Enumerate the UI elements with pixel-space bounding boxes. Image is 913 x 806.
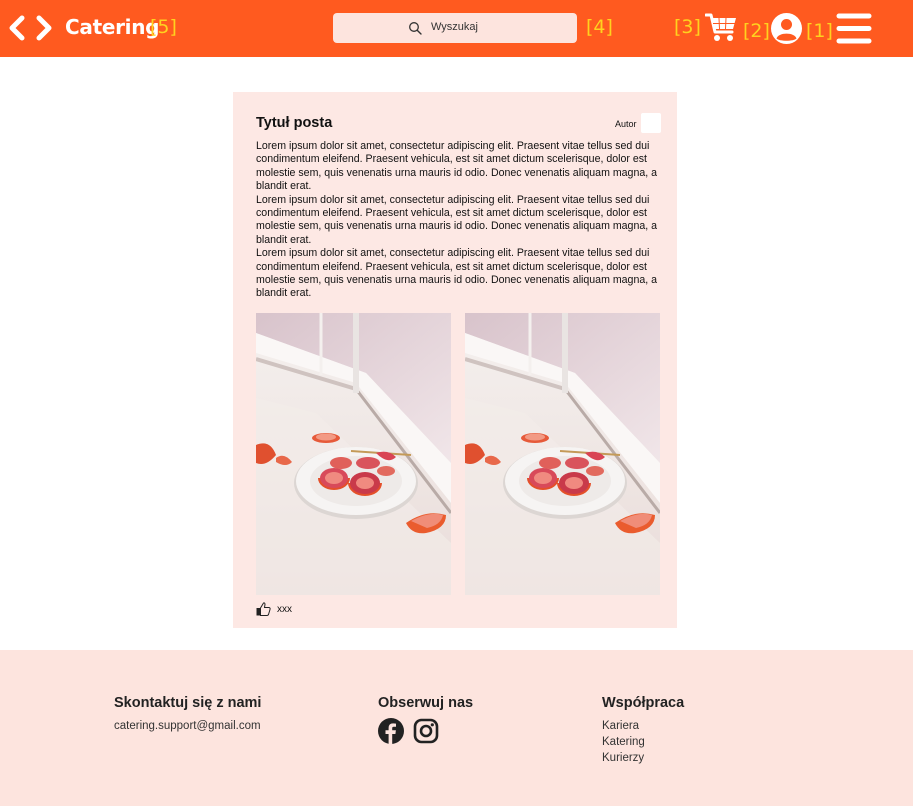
post-paragraph: Lorem ipsum dolor sit amet, consectetur …: [256, 140, 658, 193]
author-avatar[interactable]: [641, 113, 661, 133]
search-box[interactable]: Wyszukaj: [333, 13, 577, 43]
facebook-icon[interactable]: [378, 718, 404, 744]
post-card: Tytuł posta Autor Lorem ipsum dolor sit …: [233, 92, 677, 628]
annotation-marker-4: [4]: [586, 16, 613, 38]
user-icon[interactable]: [771, 13, 802, 44]
footer-link-couriers[interactable]: Kurierzy: [602, 752, 644, 764]
search-icon: [409, 22, 422, 35]
post-title: Tytuł posta: [256, 115, 333, 131]
contact-email[interactable]: catering.support@gmail.com: [114, 720, 261, 732]
author-label[interactable]: Autor: [615, 119, 637, 129]
thumbs-up-icon[interactable]: [256, 602, 271, 616]
footer-link-careers[interactable]: Kariera: [602, 720, 639, 732]
instagram-icon[interactable]: [413, 718, 439, 744]
post-paragraph: Lorem ipsum dolor sit amet, consectetur …: [256, 247, 658, 300]
annotation-marker-3: [3]: [674, 16, 701, 38]
contact-heading: Skontaktuj się z nami: [114, 695, 262, 711]
follow-heading: Obserwuj nas: [378, 695, 474, 711]
post-photo[interactable]: [465, 313, 660, 595]
top-navigation-bar: Catering [5] Wyszukaj [4] [3] [2] [1]: [0, 0, 913, 57]
annotation-marker-1: [1]: [806, 20, 833, 42]
brand-title[interactable]: Catering: [65, 15, 159, 39]
cooperation-heading: Współpraca: [602, 695, 685, 711]
grapefruit-plate-photo: [256, 313, 451, 595]
annotation-marker-2: [2]: [743, 20, 770, 42]
forward-arrow-icon[interactable]: [32, 14, 56, 42]
search-input-placeholder[interactable]: Wyszukaj: [431, 21, 478, 33]
grapefruit-plate-photo: [465, 313, 660, 595]
menu-icon[interactable]: [836, 12, 872, 45]
post-paragraph: Lorem ipsum dolor sit amet, consectetur …: [256, 193, 658, 246]
footer: Skontaktuj się z nami catering.support@g…: [0, 650, 913, 806]
annotation-marker-5: [5]: [150, 16, 177, 38]
post-body: Lorem ipsum dolor sit amet, consectetur …: [256, 140, 661, 301]
back-arrow-icon[interactable]: [5, 14, 29, 42]
cart-icon[interactable]: [705, 12, 738, 43]
post-photo[interactable]: [256, 313, 451, 595]
footer-link-catering[interactable]: Katering: [602, 736, 645, 748]
like-count: xxx: [277, 604, 292, 615]
